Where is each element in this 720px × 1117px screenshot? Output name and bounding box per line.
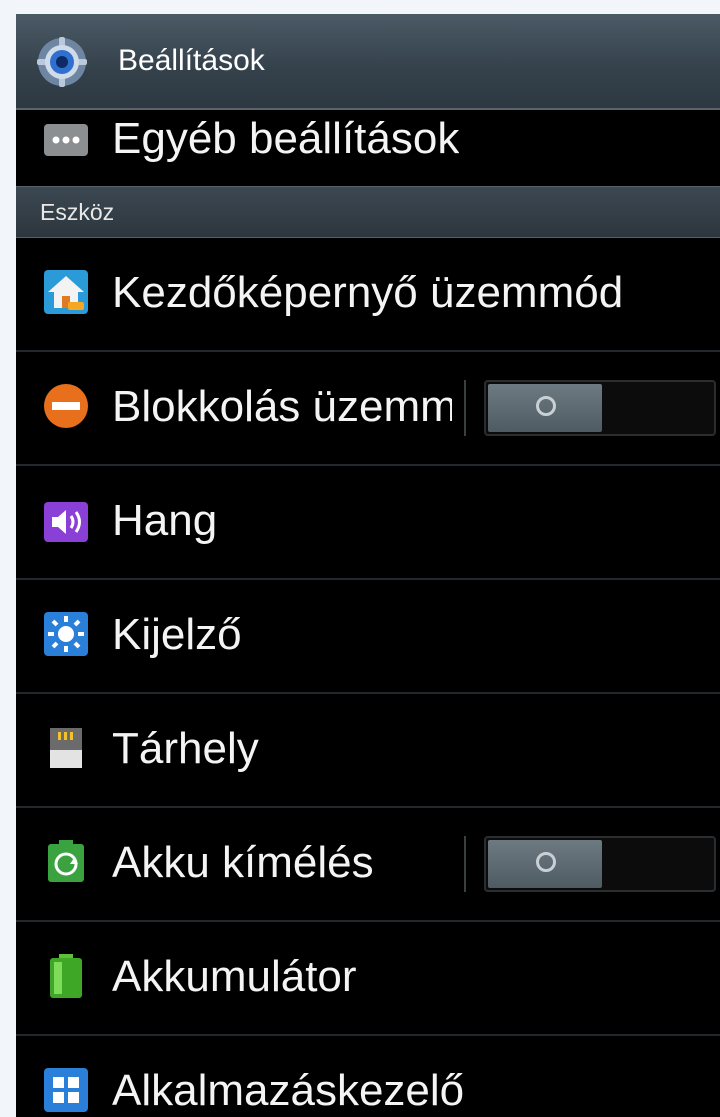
block-icon [44,384,88,428]
settings-item-label: Akkumulátor [112,952,357,1001]
home-screen-icon [44,270,88,314]
display-icon [44,612,88,656]
toggle-knob [488,840,602,888]
settings-screen: Beállítások Egyéb beállítások Eszköz Kez… [16,14,720,1117]
settings-item-label: Kijelző [112,610,242,659]
blocking-mode-toggle[interactable] [484,380,716,436]
app-manager-icon [44,1068,88,1112]
toggle-divider [464,836,466,892]
settings-item-sound[interactable]: Hang [16,466,720,580]
settings-item-label: Hang [112,496,218,545]
settings-item-label: Kezdőképernyő üzemmód [112,268,624,317]
settings-item-label: Akku kímélés [112,838,374,887]
toggle-knob [488,384,602,432]
section-header-label: Eszköz [40,199,115,225]
settings-item-label: Egyéb beállítások [112,114,460,163]
settings-item-label: Tárhely [112,724,259,773]
battery-icon [50,954,82,998]
settings-item-storage[interactable]: Tárhely [16,694,720,808]
action-bar: Beállítások [16,14,720,110]
settings-item-battery-saver[interactable]: Akku kímélés [16,808,720,922]
settings-item-display[interactable]: Kijelző [16,580,720,694]
page-title: Beállítások [118,44,265,77]
battery-saver-icon [48,840,84,882]
section-header-device: Eszköz [16,186,720,238]
settings-item-label: Blokkolás üzemmód [112,382,452,431]
settings-item-app-manager[interactable]: Alkalmazáskezelő [16,1036,720,1117]
more-dots-icon [44,124,88,156]
settings-gear-icon[interactable] [36,36,88,88]
storage-icon [50,728,82,768]
battery-saver-toggle[interactable] [484,836,716,892]
settings-item-home-screen[interactable]: Kezdőképernyő üzemmód [16,238,720,352]
settings-item-more[interactable]: Egyéb beállítások [16,110,720,186]
settings-item-battery[interactable]: Akkumulátor [16,922,720,1036]
settings-item-label: Alkalmazáskezelő [112,1066,465,1115]
settings-item-blocking-mode[interactable]: Blokkolás üzemmód [16,352,720,466]
toggle-divider [464,380,466,436]
sound-icon [44,502,88,542]
